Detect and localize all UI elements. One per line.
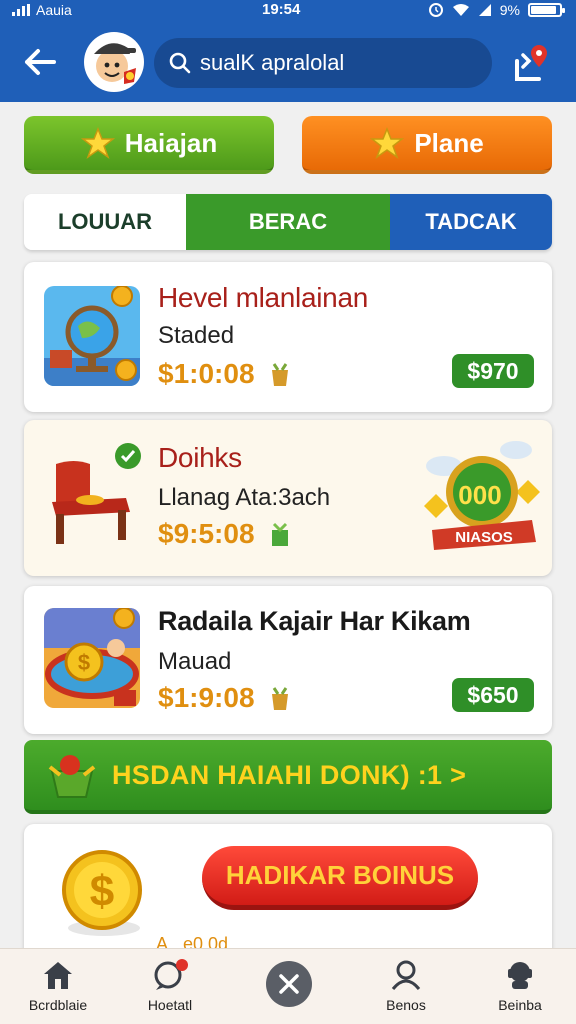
badge-number: 000 <box>458 480 501 510</box>
bonus-card: $ HADIKAR BOINUS A...e0 0d <box>24 824 552 964</box>
item-title: Doihks <box>158 442 242 473</box>
nav-support-label: Beinba <box>498 997 542 1013</box>
svg-text:$: $ <box>78 650 90 675</box>
item-price: $1:9:08 <box>158 682 255 713</box>
bonus-button[interactable]: HADIKAR BOINUS <box>202 846 478 910</box>
signal-strength-icon <box>478 4 491 16</box>
treasure-icon <box>48 755 96 798</box>
user-icon <box>391 960 421 990</box>
chat-notify-icon <box>154 959 188 990</box>
item-subtitle: Staded <box>158 322 235 349</box>
avatar[interactable] <box>82 30 146 94</box>
location-pin-icon <box>515 45 547 81</box>
badge-ribbon: NIASOS <box>455 529 513 546</box>
list-item[interactable]: $ Radaila Kajair Har Kikam Mauad $1:9:08… <box>24 586 552 734</box>
clock: 19:54 <box>262 1 301 18</box>
location-button[interactable] <box>506 38 556 88</box>
support-icon <box>508 962 532 989</box>
battery-percent: 9% <box>499 2 520 18</box>
haiajan-button[interactable]: Haiajan <box>24 116 274 174</box>
check-badge-icon <box>115 443 141 469</box>
tab-bar: LOUUAR BERAC TADCAK <box>24 194 552 250</box>
globe-icon <box>44 286 140 386</box>
globe-thumbnail <box>44 286 140 386</box>
nav-profile-label: Benos <box>386 997 426 1013</box>
nav-home-label: Bcrdblaie <box>28 997 88 1013</box>
alarm-icon <box>428 3 443 17</box>
star-icon <box>370 127 405 159</box>
search-input[interactable]: sualK apralolal <box>154 38 492 88</box>
status-left: Aauia <box>12 2 72 18</box>
tab-louuar[interactable]: LOUUAR <box>24 194 186 250</box>
banner-text: HSDAN HAIAHI DONK) :1 > <box>112 759 467 790</box>
back-arrow-icon <box>25 49 56 75</box>
app-bar: sualK apralolal <box>0 22 576 102</box>
close-button[interactable] <box>266 961 312 1007</box>
battery-icon <box>528 3 565 17</box>
tab-berac[interactable]: BERAC <box>186 194 390 250</box>
nav-profile[interactable]: Benos <box>356 959 456 1013</box>
wifi-icon <box>452 4 469 16</box>
back-button[interactable] <box>18 40 62 84</box>
nav-support[interactable]: Beinba <box>470 959 570 1013</box>
gift-icon <box>272 522 288 546</box>
item-subtitle: Llanag Ata:3ach <box>158 484 331 511</box>
plane-button[interactable]: Plane <box>302 116 552 174</box>
promo-banner[interactable]: HSDAN HAIAHI DONK) :1 > <box>24 740 552 814</box>
home-icon <box>44 962 72 989</box>
item-subtitle: Mauad <box>158 648 232 675</box>
avatar-icon <box>84 32 144 92</box>
svg-text:$: $ <box>90 867 114 916</box>
price-badge[interactable]: $650 <box>452 678 534 712</box>
coin-pool-icon: $ <box>44 608 140 708</box>
list-item[interactable]: Hevel mlanlainan Staded $1:0:08 $970 <box>24 262 552 412</box>
gold-pot-icon <box>272 687 288 710</box>
tab-tadcak[interactable]: TADCAK <box>390 194 552 250</box>
item-title: Radaila Kajair Har Kikam <box>158 606 471 636</box>
status-right: 9% <box>428 2 565 18</box>
coin-icon: $ <box>62 850 142 936</box>
item-price: $9:5:08 <box>158 518 255 549</box>
nav-notifications[interactable]: Hoetatl <box>120 959 220 1013</box>
nav-home[interactable]: Bcrdblaie <box>8 959 108 1013</box>
list-item[interactable]: Doihks Llanag Ata:3ach $9:5:08 000 NIASO… <box>24 420 552 576</box>
signal-icon <box>12 4 30 16</box>
status-bar: Aauia 19:54 9% <box>0 0 576 22</box>
search-text: sualK apralolal <box>200 50 345 75</box>
bottom-nav: Bcrdblaie Hoetatl Benos Beinba <box>0 948 576 1024</box>
achievement-badge: 000 NIASOS <box>424 441 540 550</box>
price-badge[interactable]: $970 <box>452 354 534 388</box>
carrier-label: Aauia <box>36 2 72 18</box>
nav-notifications-label: Hoetatl <box>147 997 193 1013</box>
plane-label: Plane <box>414 127 484 158</box>
haiajan-label: Haiajan <box>124 127 218 158</box>
coin-pool-thumbnail: $ <box>44 608 140 708</box>
search-icon <box>169 52 191 74</box>
close-icon <box>279 974 299 994</box>
star-icon <box>80 127 115 159</box>
item-price: $1:0:08 <box>158 358 255 389</box>
gold-pot-icon <box>272 363 288 386</box>
item-title: Hevel mlanlainan <box>158 282 368 313</box>
